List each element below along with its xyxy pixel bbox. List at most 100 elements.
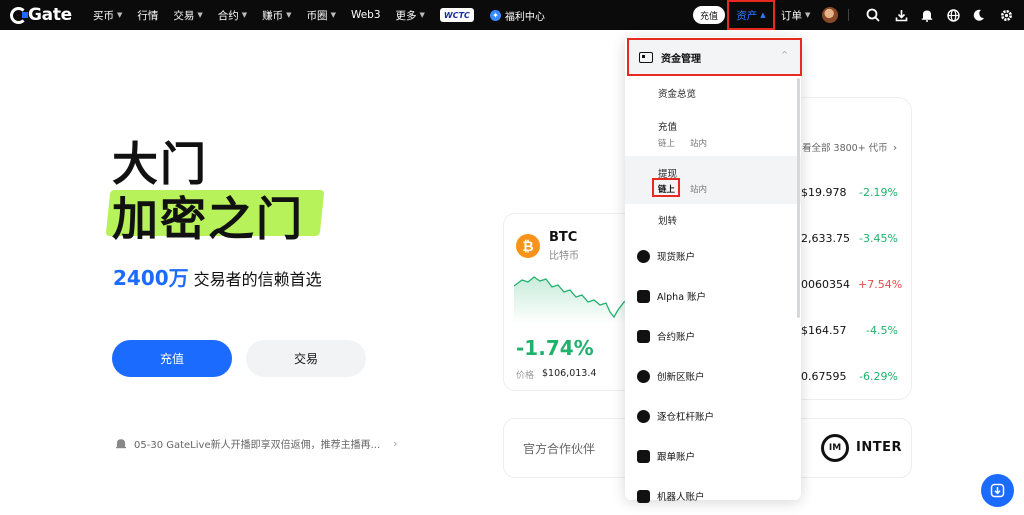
nav-item-earn[interactable]: 赚币 ▼: [262, 8, 291, 23]
dropdown-scrollbar[interactable]: [797, 78, 800, 318]
margin-account-icon: [637, 409, 650, 423]
nav-label: 更多: [395, 9, 417, 22]
announcement-bar[interactable]: 05-30 GateLive新人开播即享双倍返佣，推荐主播再... ›: [115, 436, 398, 451]
download-icon: [990, 483, 1005, 498]
withdraw-onchain-highlight: [652, 178, 680, 197]
caret-up-icon: ▲: [760, 11, 766, 19]
partners-label: 官方合作伙伴: [523, 442, 596, 456]
nav-item-community[interactable]: 币圈 ▼: [307, 8, 336, 23]
market-row-change: -6.29%: [859, 370, 898, 383]
market-row-price[interactable]: 0060354: [801, 278, 850, 291]
menu-item-withdraw-internal[interactable]: 站内: [690, 183, 707, 195]
chevron-up-icon: ^: [781, 50, 788, 59]
menu-item-fund-overview[interactable]: 资金总览: [658, 86, 696, 100]
top-deposit-button[interactable]: 充值: [693, 6, 725, 24]
nav-item-futures[interactable]: 合约 ▼: [218, 8, 247, 23]
assets-label: 资产: [736, 9, 758, 22]
hero-trade-button[interactable]: 交易: [246, 340, 366, 377]
nav-item-assets[interactable]: 资产 ▲: [727, 0, 775, 30]
spot-account-icon: [637, 249, 650, 263]
chevron-right-icon: ›: [892, 140, 898, 154]
market-row-price[interactable]: $19.978: [801, 186, 847, 199]
partner-name[interactable]: INTER: [856, 440, 902, 455]
fund-management-label: 资金管理: [661, 53, 701, 65]
wctc-badge[interactable]: WCTC: [439, 8, 474, 22]
globe-icon[interactable]: [945, 7, 961, 23]
futures-account-icon: [637, 329, 650, 343]
btc-sparkline: [514, 276, 634, 324]
account-label: 机器人账户: [657, 492, 705, 503]
nav-label: 行情: [137, 9, 159, 22]
fund-management-header[interactable]: 资金管理 ^: [627, 38, 802, 76]
announcement-bell-icon: [116, 438, 126, 448]
caret-down-icon: ▼: [419, 11, 425, 19]
nav-item-more[interactable]: 更多 ▼: [396, 8, 425, 23]
market-row-change: -3.45%: [859, 232, 898, 245]
bitcoin-logo-icon: ₿: [516, 234, 540, 258]
nav-item-trade[interactable]: 交易 ▼: [173, 8, 202, 23]
btc-change: -1.74%: [516, 336, 594, 360]
gate-logo[interactable]: Gate: [10, 5, 72, 25]
menu-item-copy-trading-account[interactable]: 跟单账户: [637, 449, 695, 463]
btc-price-label: 价格: [516, 371, 535, 381]
nav-item-buy-crypto[interactable]: 买币 ▼: [93, 8, 122, 23]
caret-down-icon: ▼: [117, 11, 123, 19]
nav-label: 合约: [217, 9, 239, 22]
caret-down-icon: ▼: [805, 11, 811, 19]
nav-label: Web3: [350, 9, 381, 21]
moon-icon[interactable]: [971, 7, 987, 23]
menu-item-deposit-internal[interactable]: 站内: [690, 137, 707, 149]
inter-logo-icon[interactable]: IM: [821, 434, 849, 462]
menu-item-bot-account[interactable]: 机器人账户: [637, 489, 705, 503]
menu-item-margin-account[interactable]: 逐仓杠杆账户: [637, 409, 714, 423]
menu-item-deposit[interactable]: 充值: [658, 119, 677, 133]
download-icon[interactable]: [893, 7, 909, 23]
btc-symbol: BTC: [549, 230, 578, 245]
bell-icon[interactable]: [919, 7, 935, 23]
account-label: 合约账户: [657, 332, 696, 343]
menu-item-innovation-account[interactable]: 创新区账户: [637, 369, 705, 383]
market-row-price[interactable]: $164.57: [801, 324, 847, 337]
main-nav: 买币 ▼ 行情 交易 ▼ 合约 ▼ 赚币 ▼ 币圈 ▼ Web3 更多 ▼ WCTC ✦ 福利…: [93, 0, 545, 30]
nav-label: 交易: [173, 9, 195, 22]
account-label: Alpha 账户: [657, 292, 707, 303]
welfare-label: 福利中心: [504, 11, 545, 23]
tagline-text: 交易者的信赖首选: [193, 270, 322, 289]
nav-label: 买币: [93, 9, 114, 22]
menu-item-transfer[interactable]: 划转: [658, 213, 677, 227]
view-all-tokens-link[interactable]: 看全部 3800+ 代币 ›: [802, 140, 898, 155]
chevron-right-icon: ›: [393, 437, 398, 450]
market-row-change: +7.54%: [858, 278, 903, 291]
copy-trading-icon: [637, 449, 650, 463]
market-row-change: -2.19%: [859, 186, 898, 199]
account-label: 跟单账户: [657, 452, 696, 463]
menu-item-spot-account[interactable]: 现货账户: [637, 249, 695, 263]
caret-down-icon: ▼: [197, 11, 203, 19]
announcement-text: 05-30 GateLive新人开播即享双倍返佣，推荐主播再...: [134, 440, 381, 451]
market-row-price[interactable]: 0.67595: [801, 370, 847, 383]
hero-title-line2: 加密之门: [112, 192, 304, 246]
menu-item-deposit-onchain[interactable]: 链上: [658, 137, 675, 149]
nav-item-web3[interactable]: Web3: [351, 9, 381, 21]
bot-account-icon: [637, 489, 650, 503]
nav-label: 币圈: [306, 9, 328, 22]
wallet-card-icon: [639, 51, 653, 63]
gear-icon[interactable]: [998, 7, 1014, 23]
market-row-change: -4.5%: [866, 324, 898, 337]
nav-item-orders[interactable]: 订单 ▼: [781, 0, 810, 30]
caret-down-icon: ▼: [241, 11, 248, 19]
btc-card[interactable]: ₿ BTC 比特币 -1.74% 价格 $106,013.4: [503, 213, 643, 391]
hero-deposit-button[interactable]: 充值: [112, 340, 232, 377]
menu-item-futures-account[interactable]: 合约账户: [637, 329, 695, 343]
menu-item-alpha-account[interactable]: Alpha 账户: [637, 289, 706, 303]
download-app-button[interactable]: [981, 474, 1014, 507]
avatar[interactable]: [822, 7, 838, 23]
nav-item-markets[interactable]: 行情: [137, 8, 158, 23]
btc-full-name: 比特币: [549, 251, 579, 262]
search-icon[interactable]: [865, 7, 881, 23]
nav-label: 赚币: [262, 9, 284, 22]
welfare-center-link[interactable]: ✦ 福利中心: [489, 8, 545, 23]
account-label: 创新区账户: [657, 372, 705, 383]
account-label: 逐仓杠杆账户: [657, 412, 715, 423]
market-row-price[interactable]: 2,633.75: [801, 232, 850, 245]
